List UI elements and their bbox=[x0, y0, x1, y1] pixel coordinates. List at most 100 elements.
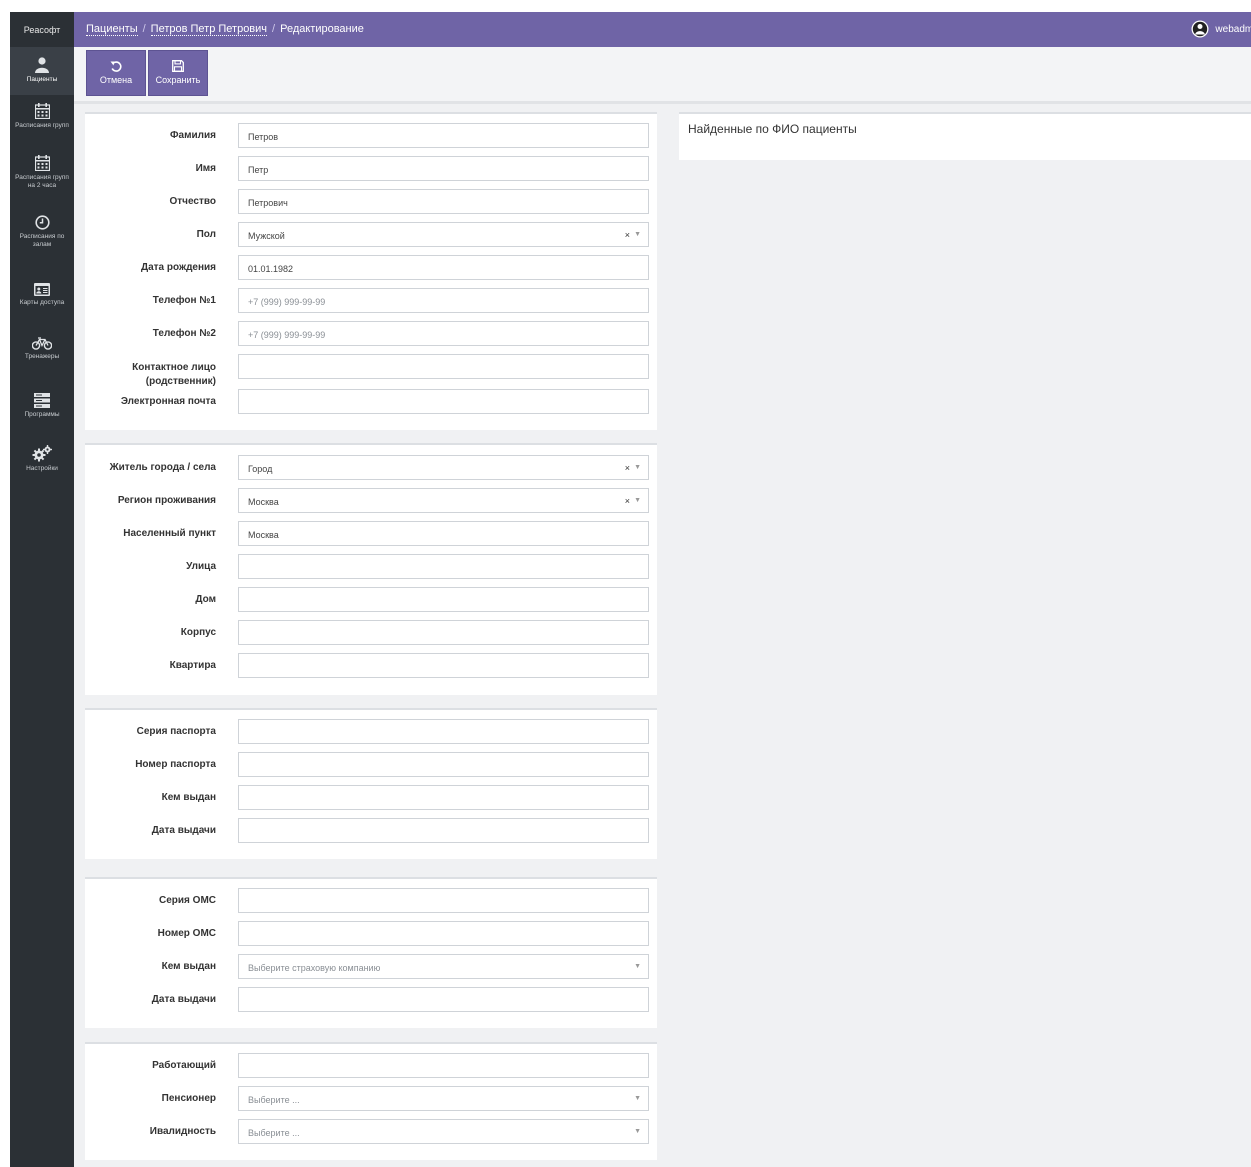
building-label: Корпус bbox=[180, 627, 216, 638]
house-input[interactable] bbox=[238, 587, 649, 612]
apartment-row: Квартира bbox=[85, 653, 657, 679]
locality-label: Населенный пункт bbox=[123, 528, 216, 539]
sidebar-item-access-cards[interactable]: Карты доступа bbox=[10, 273, 74, 329]
building-input[interactable] bbox=[238, 620, 649, 645]
calendar-icon bbox=[34, 155, 50, 171]
sidebar-item-trainers[interactable]: Тренажеры bbox=[10, 329, 74, 385]
passport-issued-by-row: Кем выдан bbox=[85, 785, 657, 811]
phone2-input[interactable]: +7 (999) 999-99-99 bbox=[238, 321, 649, 346]
user-name: webadmin bbox=[1215, 23, 1251, 35]
breadcrumb-patient-link[interactable]: Петров Петр Петрович bbox=[150, 23, 268, 36]
sidebar: Реасофт Пациенты Расписания групп Распис… bbox=[10, 12, 74, 1167]
passport-series-row: Серия паспорта bbox=[85, 719, 657, 745]
resident-select[interactable]: Город × ▼ bbox=[238, 455, 649, 480]
address-panel: Житель города / села Город × ▼ Регион пр… bbox=[85, 443, 657, 695]
insurance-company-placeholder: Выберите страховую компанию bbox=[248, 963, 381, 973]
breadcrumb-patients-link[interactable]: Пациенты bbox=[86, 23, 138, 36]
middle-name-label: Отчество bbox=[169, 196, 217, 207]
working-label: Работающий bbox=[152, 1060, 216, 1071]
floppy-disk-icon bbox=[172, 60, 184, 72]
contact-label-line2: (родственник) bbox=[145, 376, 216, 387]
user-circle-icon bbox=[1191, 20, 1209, 38]
passport-issued-by-label: Кем выдан bbox=[161, 792, 216, 803]
sidebar-item-settings[interactable]: Настройки bbox=[10, 439, 74, 489]
passport-issue-date-input[interactable] bbox=[238, 818, 649, 843]
email-row: Электронная почта bbox=[85, 389, 657, 415]
save-button-label: Сохранить bbox=[155, 75, 201, 85]
email-label: Электронная почта bbox=[120, 396, 216, 407]
working-input[interactable] bbox=[238, 1053, 649, 1078]
street-input[interactable] bbox=[238, 554, 649, 579]
building-row: Корпус bbox=[85, 620, 657, 646]
gender-row: Пол Мужской × ▼ bbox=[85, 222, 657, 248]
sidebar-item-label: Пациенты bbox=[26, 76, 58, 83]
disability-row: Ивалидность Выберите ... ▼ bbox=[85, 1119, 657, 1145]
sidebar-item-label: Расписания групп bbox=[15, 122, 69, 129]
breadcrumb-separator: / bbox=[272, 23, 276, 35]
region-select[interactable]: Москва × ▼ bbox=[238, 488, 649, 513]
save-button[interactable]: Сохранить bbox=[148, 50, 208, 96]
birth-date-input[interactable]: 01.01.1982 bbox=[238, 255, 649, 280]
contact-row: Контактное лицо (родственник) bbox=[85, 354, 657, 387]
passport-number-input[interactable] bbox=[238, 752, 649, 777]
middle-name-row: Отчество Петрович bbox=[85, 189, 657, 215]
pensioner-select[interactable]: Выберите ... ▼ bbox=[238, 1086, 649, 1111]
disability-label: Ивалидность bbox=[149, 1126, 216, 1137]
passport-series-input[interactable] bbox=[238, 719, 649, 744]
disability-select[interactable]: Выберите ... ▼ bbox=[238, 1119, 649, 1144]
chevron-down-icon: ▼ bbox=[634, 464, 641, 471]
gender-label: Пол bbox=[196, 229, 216, 240]
clear-icon[interactable]: × bbox=[625, 230, 630, 240]
oms-issued-by-row: Кем выдан Выберите страховую компанию ▼ bbox=[85, 954, 657, 980]
toolbar: Отмена Сохранить bbox=[74, 47, 1251, 104]
sidebar-item-hall-schedules[interactable]: Расписания по залам bbox=[10, 209, 74, 273]
last-name-row: Фамилия Петров bbox=[85, 123, 657, 149]
sidebar-item-patients[interactable]: Пациенты bbox=[10, 47, 74, 95]
oms-issue-date-label: Дата выдачи bbox=[151, 994, 216, 1005]
brand-logo[interactable]: Реасофт bbox=[10, 12, 74, 47]
sidebar-item-group-schedules-2h[interactable]: Расписания групп на 2 часа bbox=[10, 145, 74, 209]
email-input[interactable] bbox=[238, 389, 649, 414]
oms-number-input[interactable] bbox=[238, 921, 649, 946]
house-label: Дом bbox=[195, 594, 216, 605]
breadcrumb-separator: / bbox=[142, 23, 146, 35]
sidebar-item-label: Программы bbox=[24, 411, 60, 418]
passport-number-label: Номер паспорта bbox=[135, 759, 216, 770]
gender-select[interactable]: Мужской × ▼ bbox=[238, 222, 649, 247]
middle-name-input[interactable]: Петрович bbox=[238, 189, 649, 214]
insurance-company-select[interactable]: Выберите страховую компанию ▼ bbox=[238, 954, 649, 979]
chevron-down-icon: ▼ bbox=[634, 497, 641, 504]
first-name-input[interactable]: Петр bbox=[238, 156, 649, 181]
pensioner-placeholder: Выберите ... bbox=[248, 1095, 300, 1105]
passport-issued-by-input[interactable] bbox=[238, 785, 649, 810]
sidebar-item-group-schedules[interactable]: Расписания групп bbox=[10, 95, 74, 145]
oms-series-row: Серия ОМС bbox=[85, 888, 657, 914]
apartment-input[interactable] bbox=[238, 653, 649, 678]
clear-icon[interactable]: × bbox=[625, 496, 630, 506]
sidebar-item-programs[interactable]: Программы bbox=[10, 385, 74, 439]
contact-input[interactable] bbox=[238, 354, 649, 379]
sidebar-item-label: Тренажеры bbox=[24, 353, 60, 360]
user-menu[interactable]: webadmin bbox=[1191, 20, 1251, 38]
oms-series-input[interactable] bbox=[238, 888, 649, 913]
working-row: Работающий bbox=[85, 1053, 657, 1079]
sidebar-item-label: Настройки bbox=[26, 465, 58, 472]
region-select-value: Москва bbox=[248, 497, 279, 507]
user-icon bbox=[35, 57, 49, 73]
oms-number-row: Номер ОМС bbox=[85, 921, 657, 947]
pensioner-row: Пенсионер Выберите ... ▼ bbox=[85, 1086, 657, 1112]
cancel-button[interactable]: Отмена bbox=[86, 50, 146, 96]
last-name-input[interactable]: Петров bbox=[238, 123, 649, 148]
locality-input[interactable]: Москва bbox=[238, 521, 649, 546]
phone1-input[interactable]: +7 (999) 999-99-99 bbox=[238, 288, 649, 313]
disability-placeholder: Выберите ... bbox=[248, 1128, 300, 1138]
clear-icon[interactable]: × bbox=[625, 463, 630, 473]
id-card-icon bbox=[34, 283, 50, 296]
passport-panel: Серия паспорта Номер паспорта Кем выдан … bbox=[85, 708, 657, 859]
breadcrumb: Пациенты / Петров Петр Петрович / Редактиров… bbox=[86, 23, 364, 36]
chevron-down-icon: ▼ bbox=[634, 963, 641, 970]
oms-issue-date-input[interactable] bbox=[238, 987, 649, 1012]
birth-date-label: Дата рождения bbox=[140, 262, 216, 273]
apartment-label: Квартира bbox=[169, 660, 216, 671]
oms-series-label: Серия ОМС bbox=[159, 895, 216, 906]
